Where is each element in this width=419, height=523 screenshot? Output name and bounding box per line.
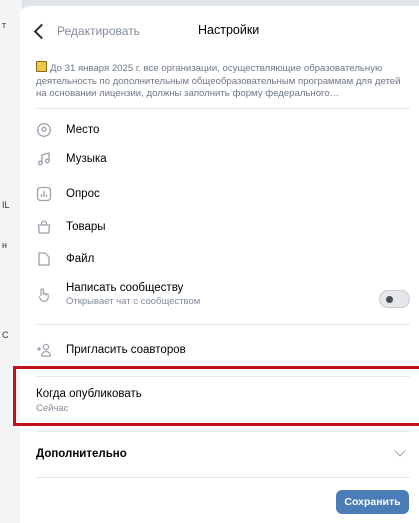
poll-icon: [36, 186, 52, 202]
background-page: т ІL н С: [0, 0, 22, 523]
attach-poll-item[interactable]: Опрос: [36, 186, 410, 202]
invite-coauthors-item[interactable]: Пригласить соавторов: [36, 342, 410, 358]
highlight-box: [13, 366, 419, 426]
message-community-toggle[interactable]: [379, 290, 410, 308]
attach-goods-item[interactable]: Товары: [36, 219, 410, 235]
toggle-knob: [386, 296, 393, 303]
message-community-item[interactable]: Написать сообществу Открывает чат с сооб…: [36, 282, 410, 307]
attach-music-item[interactable]: Музыка: [36, 151, 410, 167]
back-label: Редактировать: [57, 24, 140, 38]
message-community-sublabel: Открывает чат с сообществом: [66, 296, 201, 307]
hand-pointer-icon: [38, 287, 49, 302]
add-user-icon: [37, 343, 52, 357]
invite-coauthors-label: Пригласить соавторов: [66, 344, 186, 356]
modal-header: Редактировать Настройки: [20, 6, 419, 52]
attach-file-item[interactable]: Файл: [36, 251, 410, 267]
message-community-text: Написать сообществу Открывает чат с сооб…: [66, 282, 200, 307]
divider: [36, 324, 410, 325]
location-pin-icon: [37, 123, 51, 137]
divider: [36, 431, 410, 432]
divider: [36, 477, 410, 478]
advanced-label: Дополнительно: [36, 448, 127, 460]
save-button[interactable]: Сохранить: [336, 490, 409, 514]
attach-goods-label: Товары: [66, 221, 106, 233]
attach-poll-label: Опрос: [66, 188, 100, 200]
chevron-left-icon: [33, 23, 50, 39]
attach-place-item[interactable]: Место: [36, 122, 410, 138]
message-community-label: Написать сообществу: [66, 282, 184, 294]
divider: [36, 108, 410, 109]
back-button[interactable]: Редактировать: [33, 23, 140, 39]
shopping-bag-icon: [37, 220, 51, 234]
music-note-icon: [37, 152, 50, 166]
notice-text[interactable]: До 31 января 2025 г. все организации, ос…: [36, 61, 408, 101]
settings-modal: Редактировать Настройки До 31 января 202…: [20, 6, 419, 523]
page-title: Настройки: [198, 23, 260, 37]
memo-icon: [36, 61, 47, 72]
chevron-down-icon: [394, 445, 406, 457]
attach-place-label: Место: [66, 124, 100, 136]
file-icon: [38, 252, 50, 266]
attach-music-label: Музыка: [66, 153, 107, 165]
advanced-section-toggle[interactable]: Дополнительно: [36, 444, 410, 464]
attach-file-label: Файл: [66, 253, 95, 265]
